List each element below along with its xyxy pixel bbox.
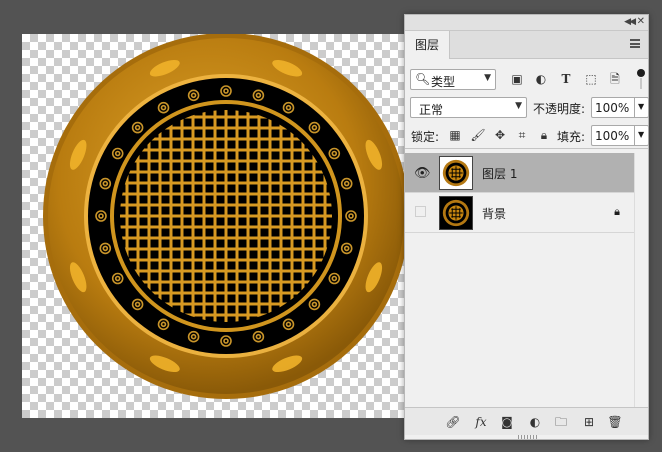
lock-artboard-icon[interactable]: ⌗ bbox=[514, 127, 530, 143]
resize-grip[interactable] bbox=[518, 435, 538, 439]
lock-image-pixels-icon[interactable]: 🖌︎ bbox=[470, 127, 486, 143]
image-filter-icon[interactable]: ▣ bbox=[509, 71, 525, 87]
layer-thumbnail bbox=[439, 156, 473, 190]
chevron-down-icon: ▼ bbox=[638, 102, 645, 111]
adjustment-filter-icon[interactable]: ◐ bbox=[533, 71, 549, 87]
collapse-icon[interactable]: ◀◀ bbox=[624, 17, 636, 27]
round-grille-artwork bbox=[43, 34, 409, 399]
layer-thumbnail bbox=[439, 196, 473, 230]
layer-row-background[interactable]: 背景 🔒︎ bbox=[405, 193, 634, 233]
layer-filter-row: 🔍︎ 类型 ▼ ▣ ◐ T ⬚ 🗎︎ bbox=[405, 65, 648, 93]
filter-kind-value: 类型 bbox=[431, 75, 456, 89]
layer-name[interactable]: 背景 bbox=[482, 205, 506, 222]
visibility-toggle[interactable]: 👁︎ bbox=[405, 153, 435, 193]
lock-icon: 🔒︎ bbox=[614, 205, 620, 218]
opacity-label: 不透明度: bbox=[533, 102, 586, 116]
panel-menu-icon[interactable] bbox=[630, 39, 640, 48]
fill-field[interactable]: 100% bbox=[591, 125, 635, 146]
lock-row: 锁定: ▦ 🖌︎ ✥ ⌗ 🔒︎ 填充: 100% ▼ bbox=[405, 125, 649, 149]
chevron-down-icon: ▼ bbox=[638, 130, 645, 139]
new-layer-icon[interactable]: ⊞ bbox=[581, 414, 597, 430]
eye-icon: 👁︎ bbox=[414, 166, 431, 181]
layer-row-layer1[interactable]: 👁︎ 图层 1 bbox=[405, 153, 634, 193]
lock-transparent-pixels-icon[interactable]: ▦ bbox=[447, 127, 463, 143]
panel-tab-row: 图层 bbox=[405, 31, 648, 59]
layers-scrollbar[interactable] bbox=[634, 153, 648, 407]
link-layers-icon[interactable]: 🔗︎ bbox=[445, 414, 461, 430]
delete-icon[interactable]: 🗑︎ bbox=[607, 414, 623, 430]
fx-icon[interactable]: fx bbox=[473, 414, 489, 430]
blend-row: 正常 ▼ 不透明度: 100% ▼ bbox=[405, 97, 649, 123]
new-group-icon[interactable]: 🗀︎ bbox=[553, 414, 569, 430]
layers-panel: ◀◀ ✕ 图层 🔍︎ 类型 ▼ ▣ ◐ T ⬚ 🗎︎ 正常 ▼ 不透明度: 10… bbox=[404, 14, 649, 440]
fill-dropdown[interactable]: ▼ bbox=[635, 125, 649, 146]
opacity-field[interactable]: 100% bbox=[591, 97, 635, 118]
adjustment-layer-icon[interactable]: ◐ bbox=[527, 414, 543, 430]
opacity-dropdown[interactable]: ▼ bbox=[635, 97, 649, 118]
panel-title-bar[interactable]: ◀◀ ✕ bbox=[405, 15, 648, 31]
close-icon[interactable]: ✕ bbox=[637, 16, 645, 27]
visibility-toggle[interactable] bbox=[405, 193, 435, 233]
layers-list: 👁︎ 图层 1 背景 🔒︎ bbox=[405, 153, 648, 407]
lock-position-icon[interactable]: ✥ bbox=[492, 127, 508, 143]
search-icon: 🔍︎ bbox=[415, 72, 431, 86]
filter-kind-select[interactable]: 🔍︎ 类型 ▼ bbox=[410, 69, 496, 90]
fill-label: 填充: bbox=[557, 130, 586, 144]
blend-mode-select[interactable]: 正常 ▼ bbox=[410, 97, 527, 118]
lock-label: 锁定: bbox=[411, 130, 440, 144]
type-filter-icon[interactable]: T bbox=[558, 71, 574, 87]
opacity-value: 100% bbox=[595, 101, 630, 115]
shape-filter-icon[interactable]: ⬚ bbox=[583, 71, 599, 87]
chevron-down-icon: ▼ bbox=[484, 73, 491, 83]
smart-object-filter-icon[interactable]: 🗎︎ bbox=[607, 71, 623, 87]
hidden-visibility-box bbox=[415, 206, 426, 217]
fill-value: 100% bbox=[595, 129, 630, 143]
lock-all-icon[interactable]: 🔒︎ bbox=[536, 127, 552, 143]
tab-layers[interactable]: 图层 bbox=[405, 31, 451, 59]
chevron-down-icon: ▼ bbox=[515, 101, 522, 111]
filter-toggle-switch[interactable] bbox=[637, 69, 645, 89]
blend-mode-value: 正常 bbox=[419, 103, 444, 117]
layer-name[interactable]: 图层 1 bbox=[482, 165, 517, 182]
panel-bottom-bar: 🔗︎ fx ◙ ◐ 🗀︎ ⊞ 🗑︎ bbox=[405, 407, 648, 435]
add-mask-icon[interactable]: ◙ bbox=[499, 414, 515, 430]
